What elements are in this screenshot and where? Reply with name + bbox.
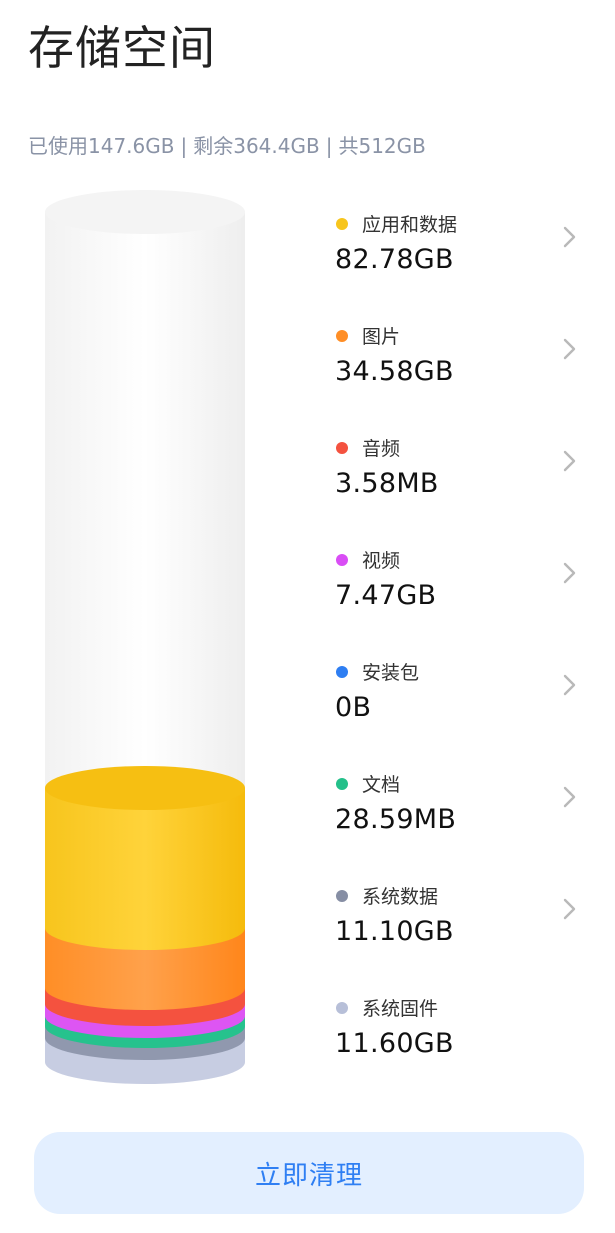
chevron-right-icon xyxy=(563,562,576,584)
segment-apps xyxy=(45,788,245,950)
segment-apps-top xyxy=(45,766,245,810)
clean-now-button[interactable]: 立即清理 xyxy=(34,1132,584,1214)
category-label: 系统数据 xyxy=(362,886,439,908)
category-label: 文档 xyxy=(362,774,401,796)
color-dot xyxy=(336,442,348,454)
category-size: 34.58GB xyxy=(335,356,454,387)
page-title: 存储空间 xyxy=(28,21,216,75)
category-label: 系统固件 xyxy=(362,998,439,1020)
category-item-packages[interactable]: 安装包 0B xyxy=(334,652,584,742)
category-label: 图片 xyxy=(362,326,401,348)
cylinder-top xyxy=(45,190,245,234)
category-item-documents[interactable]: 文档 28.59MB xyxy=(334,764,584,854)
chevron-right-icon xyxy=(563,786,576,808)
storage-summary: 已使用147.6GB | 剩余364.4GB | 共512GB xyxy=(28,130,426,159)
category-size: 28.59MB xyxy=(335,804,457,835)
category-item-audio[interactable]: 音频 3.58MB xyxy=(334,428,584,518)
color-dot xyxy=(336,218,348,230)
category-size: 3.58MB xyxy=(335,468,439,499)
chevron-right-icon xyxy=(563,338,576,360)
color-dot xyxy=(336,554,348,566)
chevron-right-icon xyxy=(563,450,576,472)
category-size: 82.78GB xyxy=(335,244,454,275)
color-dot xyxy=(336,890,348,902)
color-dot xyxy=(336,666,348,678)
remaining-storage: 剩余364.4GB xyxy=(193,134,320,158)
separator: | xyxy=(180,134,188,158)
category-label: 视频 xyxy=(362,550,401,572)
chevron-right-icon xyxy=(563,674,576,696)
total-storage: 共512GB xyxy=(338,134,426,158)
category-item-apps[interactable]: 应用和数据 82.78GB xyxy=(334,204,584,294)
used-storage: 已使用147.6GB xyxy=(28,134,175,158)
separator: | xyxy=(325,134,333,158)
category-item-videos[interactable]: 视频 7.47GB xyxy=(334,540,584,630)
chevron-right-icon xyxy=(563,226,576,248)
category-item-system-data[interactable]: 系统数据 11.10GB xyxy=(334,876,584,966)
color-dot xyxy=(336,1002,348,1014)
category-size: 11.10GB xyxy=(335,916,454,947)
category-size: 7.47GB xyxy=(335,580,437,611)
storage-cylinder-chart xyxy=(45,190,245,1084)
category-label: 应用和数据 xyxy=(362,214,458,236)
category-label: 安装包 xyxy=(362,662,420,684)
color-dot xyxy=(336,778,348,790)
category-label: 音频 xyxy=(362,438,401,460)
chevron-right-icon xyxy=(563,898,576,920)
category-item-system-firmware: 系统固件 11.60GB xyxy=(334,988,584,1078)
category-item-photos[interactable]: 图片 34.58GB xyxy=(334,316,584,406)
category-size: 11.60GB xyxy=(335,1028,454,1059)
category-size: 0B xyxy=(335,692,372,723)
color-dot xyxy=(336,330,348,342)
